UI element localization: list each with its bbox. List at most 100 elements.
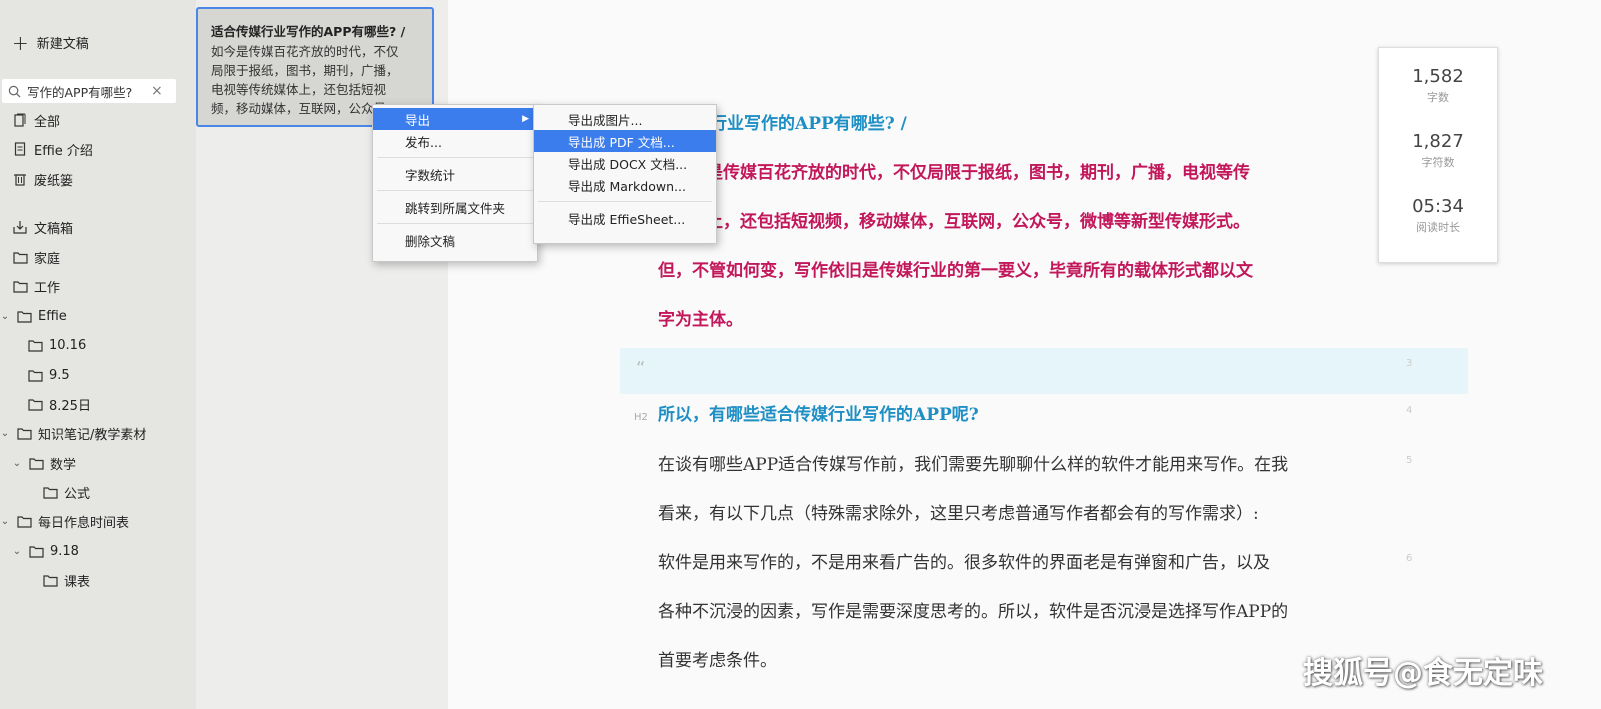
folder-icon bbox=[12, 249, 28, 265]
sidebar-item-effie-intro[interactable]: Effie 介绍 bbox=[12, 138, 93, 160]
inbox-icon bbox=[12, 219, 28, 235]
sidebar-item-label: 8.25日 bbox=[49, 398, 91, 414]
sidebar-item-formula[interactable]: 公式 bbox=[42, 481, 90, 503]
menu-item-label: 删除文稿 bbox=[405, 233, 456, 249]
menu-item-export-image[interactable]: 导出成图片... bbox=[534, 108, 716, 130]
sidebar-item-daily-schedule[interactable]: ⌄ 每日作息时间表 bbox=[0, 510, 129, 532]
word-count-stat: 1,582 字数 bbox=[1379, 66, 1497, 105]
paragraph-line: 软件是用来写作的，不是用来看广告的。很多软件的界面老是有弹窗和广告，以及 bbox=[658, 553, 1270, 573]
chevron-down-icon[interactable]: ⌄ bbox=[0, 428, 10, 439]
sidebar-item-label: Effie 介绍 bbox=[34, 143, 93, 159]
folder-icon bbox=[27, 337, 43, 353]
context-menu: 导出 ▶ 发布... 字数统计 跳转到所属文件夹 删除文稿 bbox=[372, 104, 538, 262]
menu-item-export-markdown[interactable]: 导出成 Markdown... bbox=[534, 174, 716, 196]
sidebar-item-effie[interactable]: ⌄ Effie bbox=[0, 305, 67, 327]
export-submenu: 导出成图片... 导出成 PDF 文档... 导出成 DOCX 文档... 导出… bbox=[533, 104, 717, 244]
word-count-value: 1,582 bbox=[1412, 66, 1464, 87]
char-count-label: 字符数 bbox=[1421, 156, 1455, 169]
menu-item-label: 跳转到所属文件夹 bbox=[405, 200, 506, 216]
reading-time-label: 阅读时长 bbox=[1416, 221, 1460, 234]
paragraph-line: 但，不管如何变，写作依旧是传媒行业的第一要义，毕竟所有的载体形式都以文 bbox=[658, 261, 1253, 281]
search-box[interactable]: × bbox=[2, 79, 176, 103]
h2-tag: H2 bbox=[634, 412, 648, 423]
paragraph-line: 上，还包括短视频，移动媒体，互联网，公众号，微博等新型传媒形式。 bbox=[706, 212, 1250, 232]
new-doc-label: 新建文稿 bbox=[36, 37, 89, 52]
sidebar-item-family[interactable]: 家庭 bbox=[12, 246, 60, 268]
word-count-panel: 1,582 字数 1,827 字符数 05:34 阅读时长 bbox=[1378, 47, 1498, 263]
folder-icon bbox=[27, 367, 43, 383]
sidebar-item-label: 废纸篓 bbox=[34, 173, 74, 189]
menu-item-label: 字数统计 bbox=[405, 167, 456, 183]
menu-item-export-pdf[interactable]: 导出成 PDF 文档... bbox=[534, 130, 716, 152]
sidebar-item-label: 知识笔记/教学素材 bbox=[38, 427, 147, 443]
menu-item-export-docx[interactable]: 导出成 DOCX 文档... bbox=[534, 152, 716, 174]
reading-time-value: 05:34 bbox=[1412, 196, 1464, 217]
menu-divider bbox=[538, 201, 712, 202]
sidebar-item-label: 课表 bbox=[64, 574, 91, 590]
sidebar-item-8-25[interactable]: 8.25日 bbox=[27, 393, 91, 415]
paragraph-line: 各种不沉浸的因素，写作是需要深度思考的。所以，软件是否沉浸是选择写作APP的 bbox=[658, 602, 1289, 622]
sidebar: + 新建文稿 × 全部 Effie 介绍 废纸篓 文稿箱 家庭 工作 ⌄ Eff… bbox=[0, 0, 196, 709]
char-count-value: 1,827 bbox=[1412, 131, 1464, 152]
sidebar-item-9-5[interactable]: 9.5 bbox=[27, 364, 70, 386]
chevron-down-icon[interactable]: ⌄ bbox=[0, 516, 10, 527]
folder-icon bbox=[42, 484, 58, 500]
sidebar-item-label: 数学 bbox=[50, 457, 77, 473]
search-input[interactable] bbox=[27, 83, 145, 99]
sidebar-item-math[interactable]: ⌄ 数学 bbox=[12, 452, 76, 474]
menu-item-label: 导出成 Markdown... bbox=[568, 178, 686, 194]
menu-item-label: 发布... bbox=[405, 134, 442, 150]
menu-divider bbox=[377, 157, 533, 158]
menu-item-delete[interactable]: 删除文稿 bbox=[373, 229, 537, 251]
quote-icon: “ bbox=[636, 358, 646, 379]
sidebar-item-label: 9.5 bbox=[49, 367, 70, 383]
menu-item-word-count[interactable]: 字数统计 bbox=[373, 163, 537, 185]
paragraph-line: 在谈有哪些APP适合传媒写作前，我们需要先聊聊什么样的软件才能用来写作。在我 bbox=[658, 455, 1289, 475]
sidebar-item-label: 10.16 bbox=[49, 337, 87, 353]
clear-search-icon[interactable]: × bbox=[151, 83, 163, 99]
menu-item-label: 导出成 DOCX 文档... bbox=[568, 156, 688, 172]
sidebar-item-inbox[interactable]: 文稿箱 bbox=[12, 216, 73, 238]
chevron-down-icon[interactable]: ⌄ bbox=[12, 458, 22, 469]
sidebar-item-9-18[interactable]: ⌄ 9.18 bbox=[12, 540, 79, 562]
chevron-down-icon[interactable]: ⌄ bbox=[0, 311, 10, 322]
menu-item-label: 导出成图片... bbox=[568, 112, 643, 128]
chevron-right-icon: ▶ bbox=[522, 114, 529, 124]
menu-item-export-effiesheet[interactable]: 导出成 EffieSheet... bbox=[534, 207, 716, 229]
document-card-excerpt-line: 电视等传统媒体上，还包括短视 bbox=[211, 82, 387, 97]
plus-icon: + bbox=[12, 30, 29, 55]
folder-icon bbox=[28, 543, 44, 559]
section-heading: 所以，有哪些适合传媒行业写作的APP呢? bbox=[658, 405, 979, 425]
new-doc-button[interactable]: + 新建文稿 bbox=[12, 30, 89, 55]
sidebar-item-10-16[interactable]: 10.16 bbox=[27, 334, 86, 356]
folder-icon bbox=[16, 425, 32, 441]
chevron-down-icon[interactable]: ⌄ bbox=[12, 546, 22, 557]
line-number: 3 bbox=[1406, 358, 1413, 369]
sidebar-item-work[interactable]: 工作 bbox=[12, 275, 60, 297]
line-number: 4 bbox=[1406, 405, 1413, 416]
sidebar-item-notes[interactable]: ⌄ 知识笔记/教学素材 bbox=[0, 422, 147, 444]
menu-item-label: 导出 bbox=[405, 112, 431, 128]
paragraph-line: 是传媒百花齐放的时代，不仅局限于报纸，图书，期刊，广播，电视等传 bbox=[706, 163, 1250, 183]
line-number: 5 bbox=[1406, 455, 1413, 466]
menu-item-publish[interactable]: 发布... bbox=[373, 130, 537, 152]
menu-item-jump-to-folder[interactable]: 跳转到所属文件夹 bbox=[373, 196, 537, 218]
sidebar-item-label: 每日作息时间表 bbox=[38, 515, 130, 531]
folder-icon bbox=[27, 396, 43, 412]
folder-icon bbox=[16, 513, 32, 529]
sidebar-item-label: 9.18 bbox=[50, 543, 79, 559]
library-icon bbox=[12, 112, 28, 128]
line-number: 6 bbox=[1406, 553, 1413, 564]
folder-icon bbox=[42, 572, 58, 588]
trash-icon bbox=[12, 171, 28, 187]
menu-item-export[interactable]: 导出 ▶ bbox=[373, 108, 537, 130]
blockquote[interactable] bbox=[620, 348, 1468, 394]
sidebar-item-trash[interactable]: 废纸篓 bbox=[12, 168, 73, 190]
sidebar-item-all[interactable]: 全部 bbox=[12, 109, 60, 131]
paragraph-line: 看来，有以下几点（特殊需求除外，这里只考虑普通写作者都会有的写作需求）: bbox=[658, 504, 1259, 524]
sidebar-item-timetable[interactable]: 课表 bbox=[42, 569, 90, 591]
sidebar-item-label: 工作 bbox=[34, 280, 61, 296]
folder-icon bbox=[28, 455, 44, 471]
paragraph-line: 字为主体。 bbox=[658, 310, 743, 330]
document-card-excerpt-line: 如今是传媒百花齐放的时代，不仅 bbox=[211, 44, 399, 59]
